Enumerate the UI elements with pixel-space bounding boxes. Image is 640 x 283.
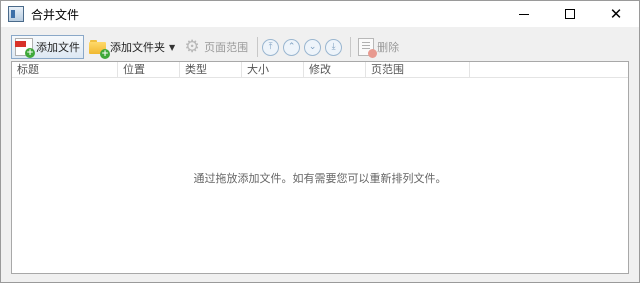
file-list[interactable]: 标题 位置 类型 大小 修改 页范围 通过拖放添加文件。如有需要您可以重新排列文… [11, 61, 629, 274]
column-header-title[interactable]: 标题 [12, 62, 118, 77]
column-header-type[interactable]: 类型 [180, 62, 242, 77]
move-down-button[interactable]: ⌄ [304, 38, 322, 56]
window-title: 合并文件 [31, 7, 80, 22]
merge-files-window: 合并文件 ✕ + 添加文件 + 添加文件夹 ▼ ⚙ 页面范围 ⤒ ⌃ ⌄ ⤓ 删… [0, 0, 640, 283]
add-pdf-file-icon: + [15, 38, 35, 58]
move-up-icon: ⌃ [287, 42, 296, 52]
column-header-size[interactable]: 大小 [242, 62, 304, 77]
column-header-page-range[interactable]: 页范围 [366, 62, 470, 77]
chevron-down-icon[interactable]: ▼ [169, 43, 175, 52]
add-folder-button[interactable]: + 添加文件夹 ▼ [86, 35, 178, 59]
minimize-icon [519, 13, 529, 15]
move-top-icon: ⤒ [268, 42, 273, 52]
title-bar[interactable]: 合并文件 ✕ [1, 1, 639, 27]
add-file-button[interactable]: + 添加文件 [11, 35, 84, 59]
gear-icon: ⚙ [184, 37, 200, 57]
maximize-button[interactable] [547, 1, 593, 27]
move-down-icon: ⌄ [308, 42, 317, 52]
page-range-button[interactable]: ⚙ 页面范围 [180, 35, 251, 59]
move-bottom-icon: ⤓ [331, 42, 336, 52]
move-top-button[interactable]: ⤒ [262, 38, 280, 56]
list-header: 标题 位置 类型 大小 修改 页范围 [12, 62, 628, 78]
add-folder-icon: + [89, 38, 110, 59]
add-folder-label: 添加文件夹 [110, 41, 165, 54]
minimize-button[interactable] [501, 1, 547, 27]
window-controls: ✕ [501, 1, 639, 27]
maximize-icon [565, 9, 575, 19]
move-bottom-button[interactable]: ⤓ [325, 38, 343, 56]
page-range-label: 页面范围 [204, 41, 249, 54]
delete-icon [358, 38, 378, 58]
close-icon: ✕ [609, 4, 623, 23]
delete-button[interactable]: 删除 [355, 35, 402, 59]
toolbar: + 添加文件 + 添加文件夹 ▼ ⚙ 页面范围 ⤒ ⌃ ⌄ ⤓ 删除 [11, 34, 629, 60]
column-header-location[interactable]: 位置 [118, 62, 180, 77]
app-window-icon [8, 6, 24, 22]
delete-label: 删除 [377, 41, 400, 54]
move-up-button[interactable]: ⌃ [283, 38, 301, 56]
empty-list-hint: 通过拖放添加文件。如有需要您可以重新排列文件。 [193, 172, 447, 185]
add-file-label: 添加文件 [36, 41, 80, 54]
column-header-modified[interactable]: 修改 [304, 62, 366, 77]
toolbar-divider [257, 37, 259, 57]
close-button[interactable]: ✕ [593, 1, 639, 27]
toolbar-divider [350, 37, 352, 57]
